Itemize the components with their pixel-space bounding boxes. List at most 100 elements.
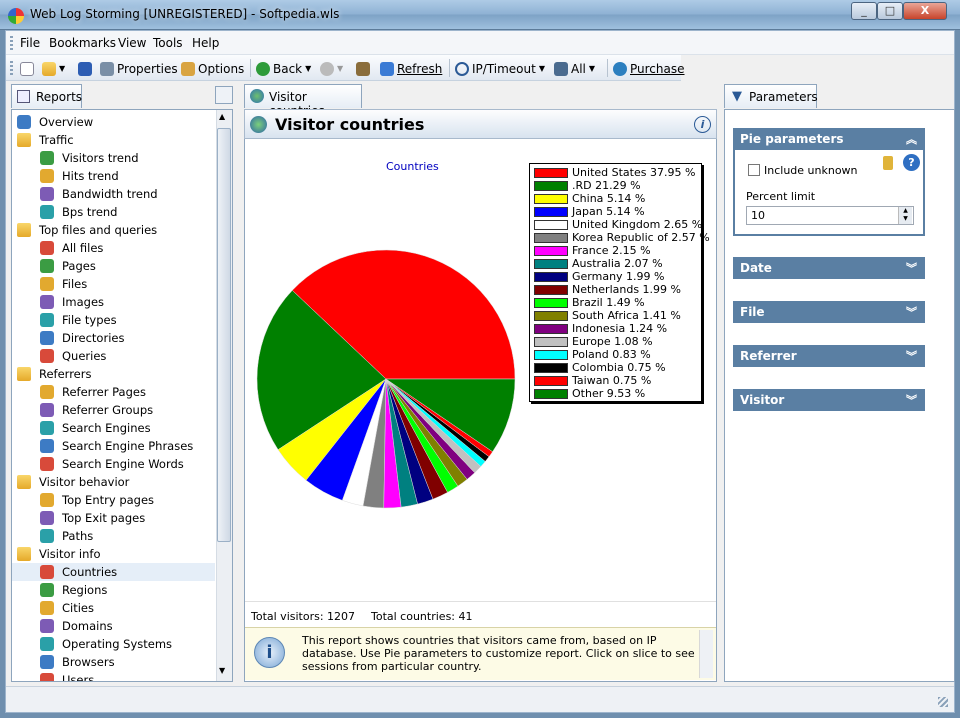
open-button[interactable]: ▼ — [42, 60, 65, 77]
tree-item[interactable]: Paths — [12, 527, 215, 545]
tree-item[interactable]: Browsers — [12, 653, 215, 671]
tree-item-label: Traffic — [39, 133, 74, 147]
properties-button[interactable]: Properties — [100, 60, 178, 77]
back-arrow-icon — [256, 61, 270, 76]
tree-item[interactable]: Queries — [12, 347, 215, 365]
tree-item-label: Top Entry pages — [62, 493, 155, 507]
tree-item[interactable]: Referrers — [12, 365, 215, 383]
lock-icon[interactable] — [883, 156, 893, 170]
tree-item[interactable]: Pages — [12, 257, 215, 275]
legend-entry: Indonesia 1.24 % — [534, 322, 667, 335]
visitor-group-header[interactable]: Visitor ︾ — [733, 389, 925, 411]
tree-item[interactable]: Traffic — [12, 131, 215, 149]
tree-item[interactable]: Operating Systems — [12, 635, 215, 653]
minimize-button[interactable]: _ — [851, 2, 877, 20]
all-filter-button[interactable]: All ▼ — [554, 60, 595, 77]
hits-trend-icon — [40, 169, 54, 183]
legend-label: Brazil 1.49 % — [572, 296, 645, 309]
tree-item[interactable]: Overview — [12, 113, 215, 131]
tree-item[interactable]: Search Engine Phrases — [12, 437, 215, 455]
tab-reports[interactable]: Reports — [11, 84, 82, 108]
tree-item[interactable]: Regions — [12, 581, 215, 599]
legend-label: Australia 2.07 % — [572, 257, 663, 270]
forward-arrow-icon — [320, 61, 334, 76]
tree-item[interactable]: Countries — [12, 563, 215, 581]
referrer-group-header[interactable]: Referrer ︾ — [733, 345, 925, 367]
panel-pin-button[interactable] — [215, 86, 233, 104]
tree-item[interactable]: Visitors trend — [12, 149, 215, 167]
legend-label: United States 37.95 % — [572, 166, 696, 179]
directories-icon — [40, 331, 54, 345]
reports-icon — [17, 90, 30, 103]
report-info-button[interactable]: i — [694, 116, 711, 133]
folder-icon — [17, 367, 31, 381]
tree-item[interactable]: Cities — [12, 599, 215, 617]
legend-swatch — [534, 245, 568, 256]
close-button[interactable]: X — [903, 2, 947, 20]
properties-icon — [100, 61, 114, 76]
legend-label: Japan 5.14 % — [572, 205, 645, 218]
tree-item[interactable]: Top Exit pages — [12, 509, 215, 527]
tree-item[interactable]: Referrer Groups — [12, 401, 215, 419]
back-button[interactable]: Back ▼ — [256, 60, 311, 77]
tree-item[interactable]: Top Entry pages — [12, 491, 215, 509]
tree-scrollbar-thumb[interactable] — [217, 128, 231, 542]
menu-file[interactable]: File — [20, 36, 40, 50]
legend-swatch — [534, 349, 568, 360]
home-button[interactable] — [356, 60, 370, 77]
filter-users-icon — [554, 61, 568, 76]
tree-item[interactable]: Bps trend — [12, 203, 215, 221]
legend-label: Other 9.53 % — [572, 387, 646, 400]
menu-tools[interactable]: Tools — [153, 36, 183, 50]
legend-swatch — [534, 310, 568, 321]
tree-item[interactable]: Top files and queries — [12, 221, 215, 239]
new-button[interactable] — [20, 60, 34, 77]
tree-item[interactable]: Visitor info — [12, 545, 215, 563]
tree-item[interactable]: All files — [12, 239, 215, 257]
percent-limit-spinner[interactable]: ▲ ▼ — [898, 207, 912, 224]
resize-grip-icon[interactable] — [938, 697, 948, 707]
tree-item[interactable]: Search Engines — [12, 419, 215, 437]
tree-item[interactable]: Images — [12, 293, 215, 311]
file-group-header[interactable]: File ︾ — [733, 301, 925, 323]
menu-help[interactable]: Help — [192, 36, 219, 50]
ip-timeout-button[interactable]: IP/Timeout ▼ — [455, 60, 545, 77]
refresh-button[interactable]: Refresh — [380, 60, 442, 77]
tab-visitor-countries[interactable]: Visitor countries — [244, 84, 362, 118]
tree-item[interactable]: File types — [12, 311, 215, 329]
images-icon — [40, 295, 54, 309]
menu-view[interactable]: View — [118, 36, 146, 50]
tree-item[interactable]: Domains — [12, 617, 215, 635]
legend-swatch — [534, 284, 568, 295]
tree-item-label: Operating Systems — [62, 637, 173, 651]
pie-parameters-header[interactable]: Pie parameters ︽ — [733, 128, 925, 150]
maximize-button[interactable]: □ — [877, 2, 903, 20]
tree-item[interactable]: Users — [12, 671, 215, 681]
percent-limit-input[interactable]: 10 — [746, 206, 914, 225]
tree-item[interactable]: Hits trend — [12, 167, 215, 185]
save-button[interactable] — [78, 60, 92, 77]
tree-item-label: Visitors trend — [62, 151, 139, 165]
include-unknown-checkbox[interactable] — [748, 164, 760, 176]
purchase-button[interactable]: Purchase — [613, 60, 685, 77]
tree-item-label: Overview — [39, 115, 94, 129]
tab-parameters[interactable]: ▼ Parameters — [724, 84, 818, 108]
tree-item[interactable]: Directories — [12, 329, 215, 347]
tree-item[interactable]: Bandwidth trend — [12, 185, 215, 203]
tree-item[interactable]: Visitor behavior — [12, 473, 215, 491]
scroll-down-icon[interactable]: ▼ — [219, 666, 225, 675]
visitors-trend-icon — [40, 151, 54, 165]
options-button[interactable]: Options — [181, 60, 244, 77]
tree-item[interactable]: Search Engine Words — [12, 455, 215, 473]
paths-icon — [40, 529, 54, 543]
legend-label: Korea Republic of 2.57 % — [572, 231, 710, 244]
menu-bookmarks[interactable]: Bookmarks — [49, 36, 116, 50]
legend-label: Netherlands 1.99 % — [572, 283, 681, 296]
tree-item[interactable]: Files — [12, 275, 215, 293]
date-group-header[interactable]: Date ︾ — [733, 257, 925, 279]
help-icon[interactable]: ? — [903, 154, 920, 171]
info-scrollbar[interactable] — [699, 630, 713, 678]
forward-button[interactable]: ▼ — [320, 60, 343, 77]
scroll-up-icon[interactable]: ▲ — [219, 112, 225, 121]
tree-item[interactable]: Referrer Pages — [12, 383, 215, 401]
